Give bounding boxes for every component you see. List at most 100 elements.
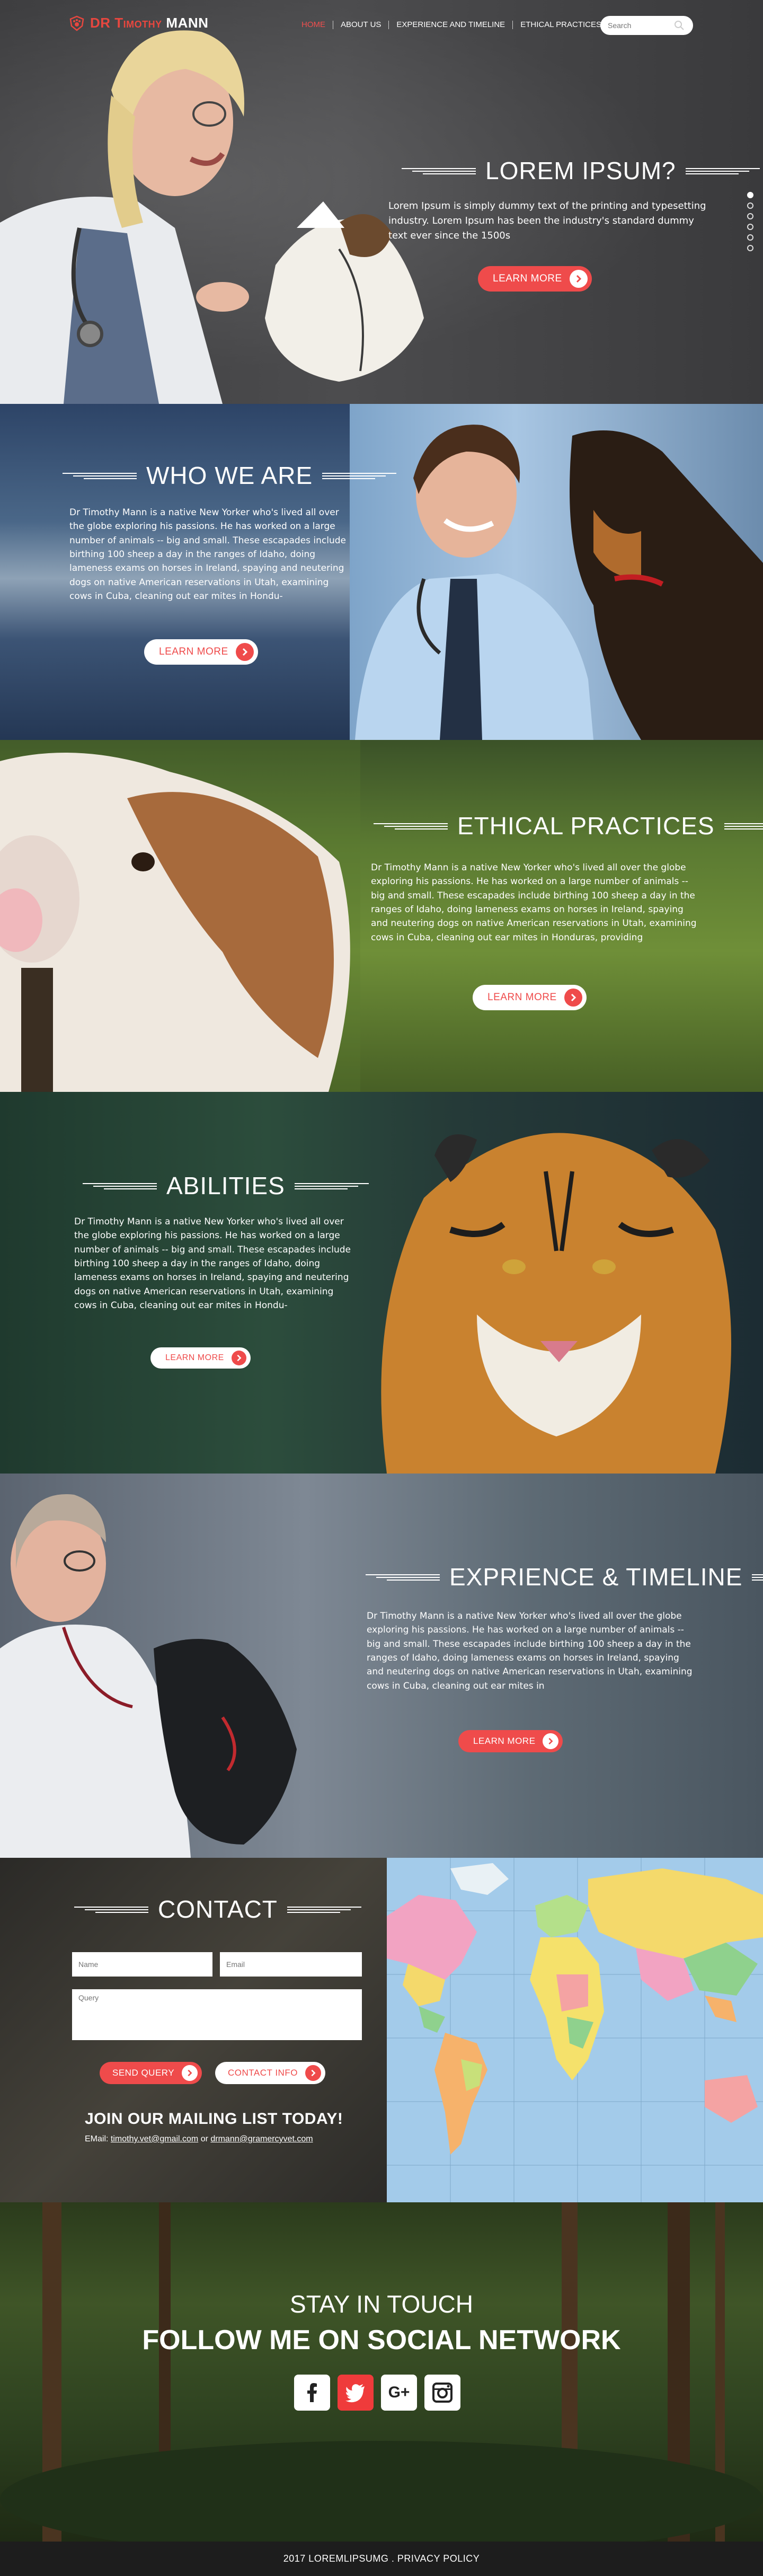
hero-title: LOREM IPSUM? [485, 157, 676, 184]
who-vet-with-dog-illustration [355, 425, 763, 740]
menu-item-about-us[interactable]: ABOUT US [333, 20, 388, 29]
who-learn-more-button[interactable]: LEARN MORE [144, 639, 258, 665]
abilities-learn-more-button[interactable]: LEARN MORE [150, 1347, 251, 1369]
logo-last-name: MANN [166, 15, 209, 31]
instagram-icon[interactable] [424, 2375, 460, 2411]
menu-item-experience[interactable]: EXPERIENCE AND TIMELINE [389, 20, 512, 29]
social-section [0, 2202, 763, 2542]
who-we-are-section: WHO WE ARE Dr Timothy Mann is a native N… [0, 404, 763, 740]
title-decoration-right [685, 168, 760, 174]
search-input[interactable] [608, 21, 674, 30]
footer-text[interactable]: 2017 LOREMLIPSUMG . PRIVACY POLICY [283, 2553, 480, 2564]
title-decoration-left [74, 1907, 148, 1913]
email-field[interactable] [220, 1952, 362, 1977]
who-learn-more-label: LEARN MORE [159, 646, 228, 657]
query-field[interactable] [72, 1989, 362, 2040]
follow-social-title: FOLLOW ME ON SOCIAL NETWORK [142, 2325, 621, 2356]
footer: 2017 LOREMLIPSUMG . PRIVACY POLICY [0, 2542, 763, 2576]
world-map-graphic [387, 1858, 763, 2202]
contact-section: CONTACT SEND QUERY CONTACT INFO JOIN OUR… [0, 1858, 387, 2202]
title-decoration-left [402, 168, 476, 174]
who-title-block: WHO WE ARE [63, 461, 397, 490]
search-box [600, 16, 693, 35]
arrow-right-icon [569, 270, 588, 288]
hero-title-block: LOREM IPSUM? [402, 156, 760, 185]
mailing-list-title: JOIN OUR MAILING LIST TODAY! [85, 2110, 343, 2128]
slider-dot[interactable] [747, 224, 753, 230]
email-or: or [200, 2134, 208, 2143]
abilities-tiger-illustration [381, 1133, 731, 1474]
title-decoration-right [322, 473, 397, 479]
experience-title-block: EXPRIENCE & TIMELINE [366, 1563, 763, 1591]
contact-info-button[interactable]: CONTACT INFO [215, 2062, 325, 2084]
contact-title: CONTACT [158, 1895, 278, 1923]
ethical-learn-more-button[interactable]: LEARN MORE [473, 985, 587, 1010]
social-icons: G+ [294, 2375, 460, 2411]
ethical-learn-more-label: LEARN MORE [487, 992, 557, 1003]
email-label: EMail: [85, 2134, 109, 2143]
ethical-title-block: ETHICAL PRACTICES [374, 811, 763, 840]
name-field[interactable] [72, 1952, 212, 1977]
arrow-right-icon [564, 989, 582, 1007]
google-plus-glyph: G+ [388, 2384, 410, 2401]
main-menu: HOME ABOUT US EXPERIENCE AND TIMELINE ET… [294, 20, 609, 29]
abilities-title-block: ABILITIES [83, 1171, 369, 1200]
experience-learn-more-label: LEARN MORE [473, 1736, 536, 1746]
send-query-label: SEND QUERY [112, 2068, 175, 2078]
top-navigation: DR Timothy MANN HOME ABOUT US EXPERIENCE… [0, 0, 763, 48]
ethical-cow-illustration [0, 740, 360, 1092]
abilities-section: ABILITIES Dr Timothy Mann is a native Ne… [0, 1092, 763, 1474]
title-decoration-left [374, 823, 448, 830]
search-icon[interactable] [674, 20, 685, 31]
title-decoration-left [83, 1183, 157, 1189]
twitter-icon[interactable] [338, 2375, 374, 2411]
experience-section: EXPRIENCE & TIMELINE Dr Timothy Mann is … [0, 1474, 763, 1858]
email-link-1[interactable]: timothy.vet@gmail.com [111, 2134, 198, 2143]
contact-title-block: CONTACT [74, 1895, 361, 1924]
ethical-title: ETHICAL PRACTICES [457, 812, 715, 840]
hero-learn-more-button[interactable]: LEARN MORE [478, 266, 592, 292]
slider-dot[interactable] [747, 213, 753, 219]
arrow-right-icon [305, 2065, 321, 2081]
slider-dot[interactable] [747, 202, 753, 209]
paw-shield-icon [69, 15, 84, 31]
stay-in-touch-title: STAY IN TOUCH [290, 2290, 473, 2318]
hero-text: Lorem Ipsum is simply dummy text of the … [388, 200, 706, 241]
site-logo[interactable]: DR Timothy MANN [69, 15, 208, 31]
hero-learn-more-label: LEARN MORE [493, 273, 562, 284]
arrow-right-icon [182, 2065, 198, 2081]
experience-title: EXPRIENCE & TIMELINE [449, 1563, 743, 1591]
slider-dot[interactable] [747, 192, 753, 198]
slider-dot[interactable] [747, 234, 753, 241]
slider-dot[interactable] [747, 245, 753, 251]
ethical-practices-section: ETHICAL PRACTICES Dr Timothy Mann is a n… [0, 740, 763, 1092]
world-map[interactable] [387, 1858, 763, 2202]
title-decoration-right [287, 1907, 361, 1913]
title-decoration-left [366, 1574, 440, 1581]
hero-slider-dots [747, 192, 753, 251]
title-decoration-right [724, 823, 763, 830]
ethical-text: Dr Timothy Mann is a native New Yorker w… [371, 862, 697, 943]
arrow-right-icon [235, 643, 254, 661]
abilities-title: ABILITIES [166, 1172, 285, 1199]
mailing-emails: EMail: timothy.vet@gmail.com or drmann@g… [85, 2134, 313, 2144]
abilities-text: Dr Timothy Mann is a native New Yorker w… [74, 1216, 351, 1311]
arrow-right-icon [543, 1733, 559, 1749]
hero-section: LOREM IPSUM? Lorem Ipsum is simply dummy… [0, 0, 763, 404]
title-decoration-right [294, 1183, 369, 1189]
logo-wordmark: DR Timothy MANN [90, 15, 208, 31]
email-link-2[interactable]: drmann@gramercyvet.com [210, 2134, 313, 2143]
send-query-button[interactable]: SEND QUERY [100, 2062, 202, 2084]
logo-dr: DR [90, 15, 111, 31]
experience-learn-more-button[interactable]: LEARN MORE [458, 1730, 563, 1752]
title-decoration-left [63, 473, 137, 479]
title-decoration-right [752, 1574, 763, 1581]
google-plus-icon[interactable]: G+ [381, 2375, 417, 2411]
logo-first-name: Timothy [114, 15, 162, 31]
facebook-icon[interactable] [294, 2375, 330, 2411]
menu-item-ethical-practices[interactable]: ETHICAL PRACTICES [513, 20, 609, 29]
forest-background-illustration [0, 2202, 763, 2542]
arrow-right-icon [231, 1351, 246, 1365]
contact-info-label: CONTACT INFO [228, 2068, 298, 2078]
menu-item-home[interactable]: HOME [294, 20, 333, 29]
